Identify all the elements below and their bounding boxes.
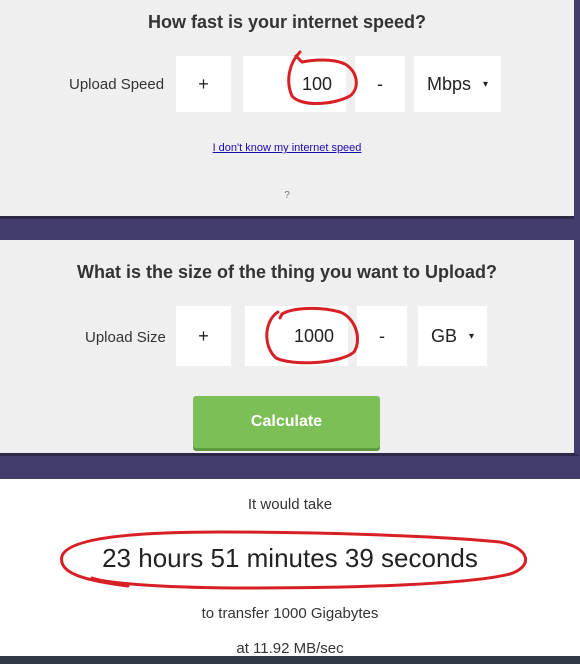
speed-decrement-button[interactable]: - [355, 56, 405, 112]
speed-input[interactable]: 100 [243, 56, 346, 112]
size-input[interactable]: 1000 [245, 306, 348, 366]
speed-card: How fast is your internet speed? Upload … [0, 0, 574, 219]
speed-increment-button[interactable]: + [176, 56, 231, 112]
size-title: What is the size of the thing you want t… [77, 262, 497, 282]
result-intro: It would take [247, 496, 333, 513]
unknown-speed-link[interactable]: I don't know my internet speed [0, 142, 574, 154]
calculate-button[interactable]: Calculate [193, 396, 380, 448]
result-rate: at 11.92 MB/sec [236, 640, 344, 657]
chevron-down-icon: ▾ [482, 78, 489, 90]
size-unit-value: GB [430, 325, 457, 346]
size-card: What is the size of the thing you want t… [0, 240, 580, 456]
upload-size-label: Upload Size [85, 329, 166, 346]
result-panel: It would take 23 hours 51 minutes 39 sec… [0, 479, 580, 664]
size-increment-button[interactable]: + [176, 306, 231, 366]
size-unit-select[interactable]: GB ▾ [418, 306, 487, 366]
bottom-strip [0, 656, 580, 664]
speed-title: How fast is your internet speed? [147, 12, 427, 32]
chevron-down-icon: ▾ [468, 330, 475, 342]
speed-unit-select[interactable]: Mbps ▾ [414, 56, 501, 112]
result-transfer: to transfer 1000 Gigabytes [201, 605, 379, 622]
speed-unit-value: Mbps [426, 73, 471, 94]
upload-speed-label: Upload Speed [69, 76, 165, 93]
result-duration: 23 hours 51 minutes 39 seconds [102, 543, 478, 573]
help-question[interactable]: ? [0, 190, 574, 201]
size-decrement-button[interactable]: - [357, 306, 407, 366]
